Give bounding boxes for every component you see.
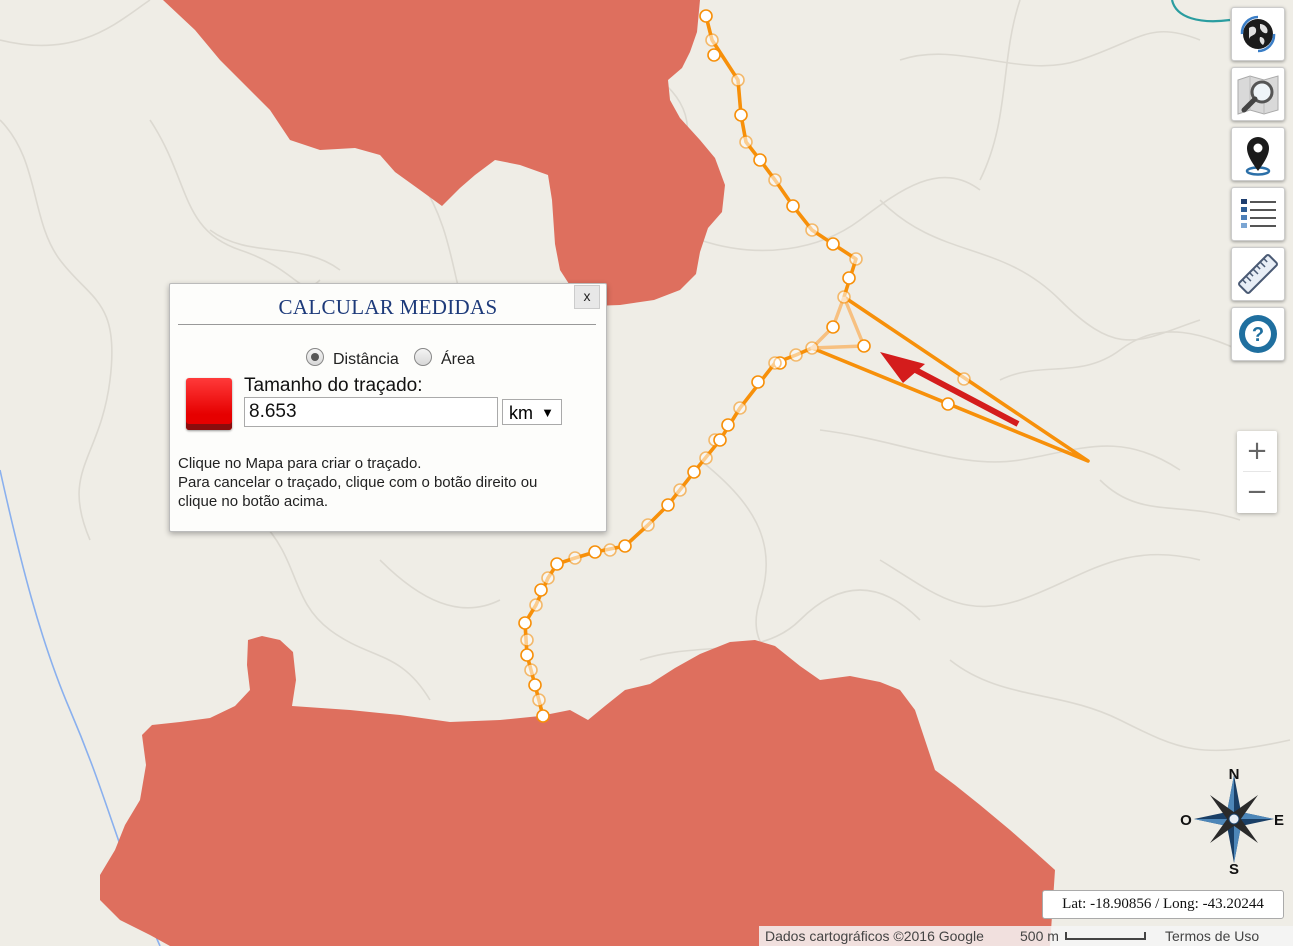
close-button[interactable]: x xyxy=(574,285,600,309)
unit-select[interactable]: km ▼ xyxy=(502,399,562,425)
route-vertex[interactable] xyxy=(768,356,782,370)
route-vertex[interactable] xyxy=(826,237,840,251)
route-vertex[interactable] xyxy=(739,135,753,149)
route-vertex[interactable] xyxy=(731,73,745,87)
route-vertex[interactable] xyxy=(734,108,748,122)
attribution-bar: Dados cartográficos ©2016 Google 500 m T… xyxy=(759,926,1293,946)
svg-text:?: ? xyxy=(1252,324,1264,346)
route-vertex[interactable] xyxy=(524,663,538,677)
length-label: Tamanho do traçado: xyxy=(244,375,423,396)
compass-north: N xyxy=(1229,766,1240,783)
dropdown-arrow-icon: ▼ xyxy=(541,405,554,420)
ruler-icon xyxy=(1238,254,1278,294)
zoom-control: + − xyxy=(1237,431,1277,513)
layers-button[interactable] xyxy=(1231,187,1285,241)
globe-icon xyxy=(1240,15,1276,53)
compass-east: E xyxy=(1274,812,1284,829)
compass-south: S xyxy=(1229,861,1239,878)
route-vertex[interactable] xyxy=(768,173,782,187)
route-vertex[interactable] xyxy=(588,545,602,559)
scale-bar xyxy=(1065,932,1146,940)
route-vertex[interactable] xyxy=(529,598,543,612)
instruction-line-3: clique no botão acima. xyxy=(178,493,329,510)
help-icon: ? xyxy=(1239,315,1277,353)
panel-title: CALCULAR MEDIDAS xyxy=(278,295,498,319)
line-color-swatch[interactable] xyxy=(186,378,232,430)
distance-radio[interactable] xyxy=(306,348,324,366)
map-search-button[interactable] xyxy=(1231,67,1285,121)
map-data-credit[interactable]: Dados cartográficos ©2016 Google xyxy=(765,928,984,944)
scale-label: 500 m xyxy=(1020,928,1059,944)
route-vertex[interactable] xyxy=(520,648,534,662)
route-vertex[interactable] xyxy=(532,693,546,707)
route-vertex[interactable] xyxy=(536,709,550,723)
instruction-line-1: Clique no Mapa para criar o traçado. xyxy=(178,455,422,472)
ruler-button[interactable] xyxy=(1231,247,1285,301)
route-vertex[interactable] xyxy=(751,375,765,389)
route-vertex[interactable] xyxy=(699,451,713,465)
route-vertex[interactable] xyxy=(528,678,542,692)
route-vertex[interactable] xyxy=(673,483,687,497)
route-vertex[interactable] xyxy=(805,223,819,237)
compass-west: O xyxy=(1180,812,1192,829)
instruction-line-2: Para cancelar o traçado, clique com o bo… xyxy=(178,474,538,491)
route-vertex[interactable] xyxy=(849,252,863,266)
unit-value: km xyxy=(509,403,533,423)
route-vertex[interactable] xyxy=(534,583,548,597)
zoom-out-button[interactable]: − xyxy=(1237,472,1277,512)
length-value-field[interactable] xyxy=(244,397,498,427)
route-vertex[interactable] xyxy=(826,320,840,334)
distance-radio-label[interactable]: Distância xyxy=(333,351,399,369)
route-vertex[interactable] xyxy=(707,48,721,62)
route-vertex[interactable] xyxy=(721,418,735,432)
map-search-icon xyxy=(1237,75,1279,115)
route-vertex[interactable] xyxy=(687,465,701,479)
globe-button[interactable] xyxy=(1231,7,1285,61)
route-vertex[interactable] xyxy=(713,433,727,447)
zoom-in-button[interactable]: + xyxy=(1237,431,1277,471)
layers-list-icon xyxy=(1241,199,1276,228)
panel-divider xyxy=(178,324,596,325)
route-vertex[interactable] xyxy=(733,401,747,415)
map-pin-icon xyxy=(1245,137,1271,176)
route-vertex[interactable] xyxy=(699,9,713,23)
location-button[interactable] xyxy=(1231,127,1285,181)
route-vertex[interactable] xyxy=(541,571,555,585)
coordinates-readout: Lat: -18.90856 / Long: -43.20244 xyxy=(1042,890,1284,919)
measure-panel: CALCULAR MEDIDAS x Distância Área Tamanh… xyxy=(169,283,607,532)
route-vertex[interactable] xyxy=(518,616,532,630)
area-radio-label[interactable]: Área xyxy=(441,351,475,369)
terms-link[interactable]: Termos de Uso xyxy=(1165,928,1259,944)
route-vertex[interactable] xyxy=(857,339,871,353)
route-vertex[interactable] xyxy=(842,271,856,285)
instructions: Clique no Mapa para criar o traçado. Par… xyxy=(178,454,537,511)
route-vertex[interactable] xyxy=(550,557,564,571)
area-radio[interactable] xyxy=(414,348,432,366)
route-vertex[interactable] xyxy=(603,543,617,557)
route-vertex[interactable] xyxy=(941,397,955,411)
help-button[interactable]: ? xyxy=(1231,307,1285,361)
route-vertex[interactable] xyxy=(805,341,819,355)
route-vertex[interactable] xyxy=(705,33,719,47)
route-vertex[interactable] xyxy=(661,498,675,512)
route-vertex[interactable] xyxy=(641,518,655,532)
route-vertex[interactable] xyxy=(753,153,767,167)
route-vertex[interactable] xyxy=(957,372,971,386)
route-vertex[interactable] xyxy=(520,633,534,647)
route-vertex[interactable] xyxy=(568,551,582,565)
route-vertex[interactable] xyxy=(789,348,803,362)
route-vertex[interactable] xyxy=(618,539,632,553)
route-vertex[interactable] xyxy=(837,290,851,304)
route-vertex[interactable] xyxy=(786,199,800,213)
